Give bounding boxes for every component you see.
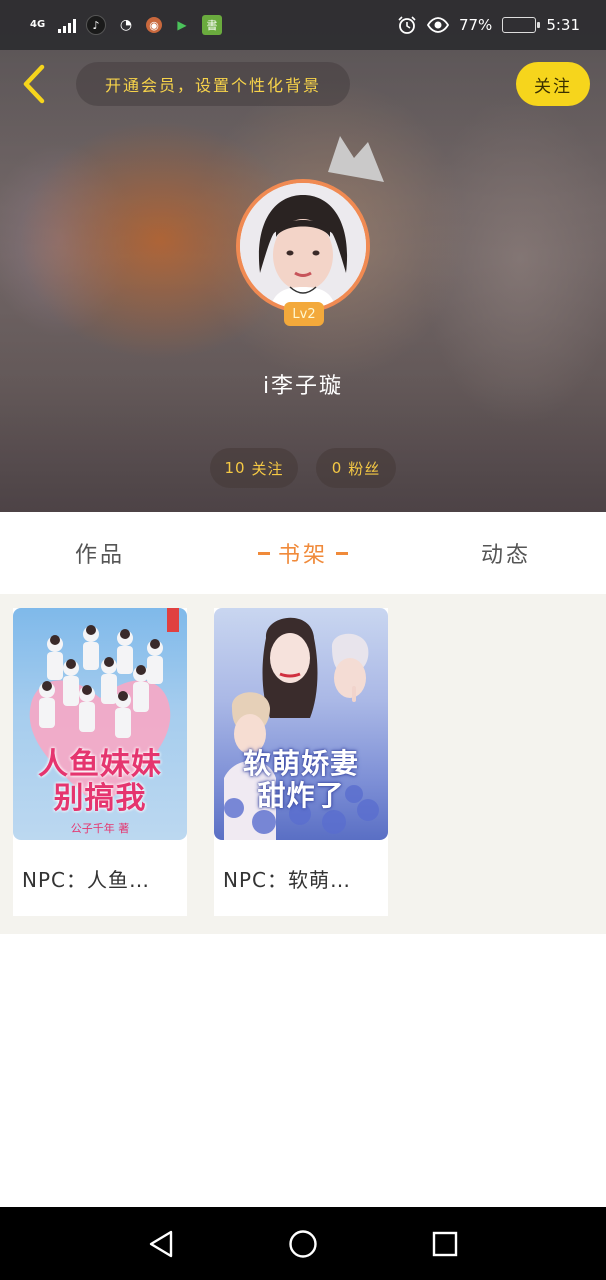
following-label: 关注 [251,459,284,478]
bookshelf-grid: 人鱼妹妹 别搞我 公子千年 著 NPC：人鱼… 软萌娇妻 甜炸了 NPC：软萌… [0,594,606,934]
book-card[interactable]: 软萌娇妻 甜炸了 NPC：软萌… [214,608,388,916]
square-recents-icon [432,1231,458,1256]
following-count-button[interactable]: 10 关注 [210,448,298,488]
status-bar: 4G ♪ ◔ ◉ ▶ 書 77% 5:31 [0,0,606,50]
tiktok-icon: ♪ [86,15,106,35]
avatar[interactable] [236,179,370,313]
circle-home-icon [289,1229,317,1258]
following-count: 10 [224,459,246,477]
signal-icon [58,17,76,33]
clock: 5:31 [546,16,580,34]
tab-active-indicator-left [257,551,270,555]
profile-header-background: 4G ♪ ◔ ◉ ▶ 書 77% 5:31 开通会员，设置个性化背景 关注 Lv… [0,0,606,512]
nav-home-button[interactable] [283,1224,323,1264]
book-title[interactable]: NPC：软萌… [214,840,388,916]
system-navigation-bar [0,1207,606,1280]
tab-moments[interactable]: 动态 [446,512,566,594]
cover-author-text: 公子千年 著 [70,822,130,835]
cover-title-text: 软萌娇妻 甜炸了 [242,747,359,812]
cover-tag [167,608,179,632]
tab-label: 书架 [277,543,328,568]
alarm-icon [398,16,416,34]
profile-screen: 4G ♪ ◔ ◉ ▶ 書 77% 5:31 开通会员，设置个性化背景 关注 Lv… [0,0,606,1280]
tab-bookshelf[interactable]: 书架 [230,512,376,594]
profile-tabs: 作品 书架 动态 [0,512,606,594]
level-badge: Lv2 [284,302,324,326]
fans-count-button[interactable]: 0 粉丝 [316,448,396,488]
battery-icon [502,17,541,33]
tab-label: 动态 [480,543,531,568]
username: i李子璇 [262,374,344,399]
triangle-back-icon [149,1230,173,1257]
vip-background-banner[interactable]: 开通会员，设置个性化背景 [76,62,350,106]
battery-percent: 77% [458,16,493,34]
book-card[interactable]: 人鱼妹妹 别搞我 公子千年 著 NPC：人鱼… [13,608,187,916]
reader-app-icon: 書 [202,15,222,35]
book-cover[interactable]: 人鱼妹妹 别搞我 公子千年 著 [13,608,187,840]
eye-comfort-icon [426,17,449,33]
network-type: 4G [30,19,46,30]
book-title[interactable]: NPC：人鱼… [13,840,187,916]
fans-label: 粉丝 [348,459,381,478]
follow-button[interactable]: 关注 [516,62,590,106]
tab-label: 作品 [74,543,125,568]
app-notification-icon: ◉ [146,17,162,33]
tab-works[interactable]: 作品 [40,512,160,594]
book-cover[interactable]: 软萌娇妻 甜炸了 [214,608,388,840]
nav-back-button[interactable] [141,1224,181,1264]
back-button[interactable] [14,62,54,106]
cover-title-text: 人鱼妹妹 别搞我 [38,747,162,816]
browser-icon: ◔ [119,17,133,33]
nav-recents-button[interactable] [425,1224,465,1264]
play-store-icon: ▶ [177,18,187,32]
avatar-photo [240,183,366,309]
chevron-left-icon [23,64,45,104]
fans-count: 0 [331,459,343,477]
tab-active-indicator-right [336,551,348,555]
